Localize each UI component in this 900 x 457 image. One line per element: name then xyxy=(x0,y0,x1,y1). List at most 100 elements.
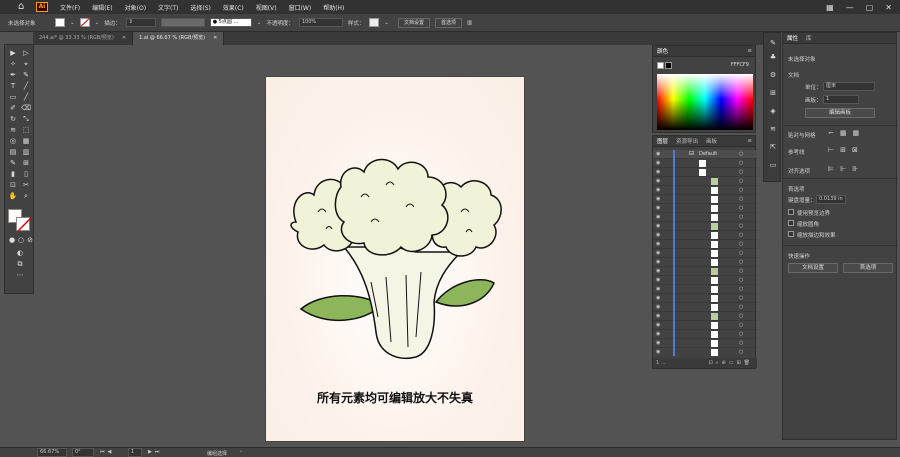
keyboard-inc-input[interactable]: 0.0139 in xyxy=(816,195,846,204)
tab-artboards[interactable]: 画板 xyxy=(706,137,717,145)
quick-prefs-button[interactable]: 首选项 xyxy=(843,263,893,273)
scale-corners-checkbox[interactable] xyxy=(788,220,794,226)
visibility-eye-icon[interactable]: ◉ xyxy=(656,214,660,220)
layer-row[interactable]: ◉ ○ xyxy=(653,231,757,240)
menu-select[interactable]: 选择(S) xyxy=(190,3,211,12)
target-icon[interactable]: ○ xyxy=(739,304,743,310)
none-mode-icon[interactable]: ⊘ xyxy=(25,236,35,245)
paintbrush-tool-icon[interactable]: ╱ xyxy=(21,93,31,102)
type-tool-icon[interactable]: T xyxy=(8,82,18,91)
menu-help[interactable]: 帮助(H) xyxy=(323,3,344,12)
visibility-eye-icon[interactable]: ◉ xyxy=(656,223,660,229)
symbol-sprayer-tool-icon[interactable]: ▮ xyxy=(8,170,18,179)
menu-object[interactable]: 对象(O) xyxy=(125,3,146,12)
rotate-dropdown[interactable]: 0° xyxy=(72,448,94,457)
menu-view[interactable]: 视图(V) xyxy=(256,3,277,12)
line-tool-icon[interactable]: ╱ xyxy=(21,82,31,91)
edit-toolbar-icon[interactable]: ⋯ xyxy=(15,271,25,280)
menu-type[interactable]: 文字(T) xyxy=(158,3,178,12)
visibility-eye-icon[interactable]: ◉ xyxy=(656,304,660,310)
target-icon[interactable]: ○ xyxy=(739,214,743,220)
target-icon[interactable]: ○ xyxy=(739,286,743,292)
layer-row[interactable]: ◉ ○ xyxy=(653,222,757,231)
layer-row[interactable]: ◉ ○ xyxy=(653,312,757,321)
layer-row[interactable]: ◉ ○ xyxy=(653,249,757,258)
target-icon[interactable]: ○ xyxy=(739,196,743,202)
tab-244[interactable]: 244.ai* @ 33.33 % (RGB/预览) ✕ xyxy=(33,32,134,45)
tab-layers[interactable]: 图层 xyxy=(657,137,668,145)
layer-row[interactable]: ◉ ○ xyxy=(653,213,757,222)
gradient-tool-icon[interactable]: ▥ xyxy=(21,148,31,157)
chevron-down-icon[interactable]: ⌄ xyxy=(70,20,75,26)
close-icon[interactable]: ✕ xyxy=(122,35,126,41)
visibility-eye-icon[interactable]: ◉ xyxy=(656,286,660,292)
layer-row[interactable]: ◉ ○ xyxy=(653,267,757,276)
snap-icons[interactable]: ⌐▦▦ xyxy=(828,129,865,137)
artboards-icon[interactable]: ▭ xyxy=(768,161,778,171)
align-icons[interactable]: ⊫⊩⊪ xyxy=(828,165,864,173)
visibility-eye-icon[interactable]: ◉ xyxy=(656,277,660,283)
menu-edit[interactable]: 编辑(E) xyxy=(92,3,112,12)
target-icon[interactable]: ○ xyxy=(739,187,743,193)
target-icon[interactable]: ○ xyxy=(739,277,743,283)
hex-value[interactable]: FFFCF9 xyxy=(731,62,749,68)
rectangle-tool-icon[interactable]: ▭ xyxy=(8,93,18,102)
edit-artboards-button[interactable]: 编辑画板 xyxy=(805,108,875,118)
layers-icon[interactable]: ≋ xyxy=(768,125,778,135)
home-icon[interactable]: ⌂ xyxy=(18,1,30,13)
chevron-right-icon[interactable]: › xyxy=(240,449,242,455)
maximize-icon[interactable]: ▢ xyxy=(866,3,874,12)
zoom-tool-icon[interactable]: ⌕ xyxy=(21,192,31,201)
target-icon[interactable]: ○ xyxy=(739,205,743,211)
graphic-styles-icon[interactable]: ⚙ xyxy=(768,71,778,81)
visibility-eye-icon[interactable]: ◉ xyxy=(656,205,660,211)
layer-row[interactable]: ◉ ○ xyxy=(653,330,757,339)
fill-swatch[interactable] xyxy=(55,18,65,27)
layer-row[interactable]: ◉ ○ xyxy=(653,285,757,294)
layer-row[interactable]: ◉ ○ xyxy=(653,159,757,168)
target-icon[interactable]: ○ xyxy=(739,232,743,238)
curvature-tool-icon[interactable]: ✎ xyxy=(21,71,31,80)
quick-doc-setup-button[interactable]: 文档设置 xyxy=(788,263,838,273)
layer-row[interactable]: ◉ Default ⊟ ○ xyxy=(653,150,757,159)
brushes-icon[interactable]: ✎ xyxy=(768,39,778,49)
panel-menu-icon[interactable]: ≡ xyxy=(747,138,752,144)
lasso-tool-icon[interactable]: ⌖ xyxy=(21,60,31,69)
target-icon[interactable]: ○ xyxy=(739,322,743,328)
close-icon[interactable]: ✕ xyxy=(885,3,892,12)
screen-mode-icon[interactable]: ⧉ xyxy=(15,260,25,269)
direct-selection-tool-icon[interactable]: ▷ xyxy=(21,49,31,58)
target-icon[interactable]: ○ xyxy=(739,151,743,157)
page-input[interactable]: 1 xyxy=(128,448,142,457)
scale-tool-icon[interactable]: ⤡ xyxy=(21,115,31,124)
close-icon[interactable]: ✕ xyxy=(213,35,217,41)
target-icon[interactable]: ○ xyxy=(739,178,743,184)
target-icon[interactable]: ○ xyxy=(739,268,743,274)
visibility-eye-icon[interactable]: ◉ xyxy=(656,250,660,256)
tab-asset-export[interactable]: 资源导出 xyxy=(676,137,698,145)
tab-properties[interactable]: 属性 xyxy=(787,34,798,42)
visibility-eye-icon[interactable]: ◉ xyxy=(656,196,660,202)
brush-dropdown[interactable]: ● 5点圆 ... xyxy=(209,18,252,27)
artboard-dropdown[interactable]: 1 xyxy=(823,95,859,104)
menu-effect[interactable]: 效果(C) xyxy=(223,3,244,12)
eraser-tool-icon[interactable]: ⌫ xyxy=(21,104,31,113)
magic-wand-tool-icon[interactable]: ✧ xyxy=(8,60,18,69)
layer-row[interactable]: ◉ ○ xyxy=(653,240,757,249)
layer-row[interactable]: ◉ ○ xyxy=(653,276,757,285)
hand-tool-icon[interactable]: ✋ xyxy=(8,192,18,201)
stroke-color-swatch[interactable] xyxy=(16,217,32,233)
minimize-icon[interactable]: — xyxy=(846,3,854,12)
panel-menu-icon[interactable]: ≡ xyxy=(747,48,752,54)
transform-icon[interactable]: ⊞ xyxy=(768,89,778,99)
arrange-docs-icon[interactable]: ▥ xyxy=(467,20,472,26)
target-icon[interactable]: ○ xyxy=(739,223,743,229)
layer-row[interactable]: ◉ ○ xyxy=(653,195,757,204)
target-icon[interactable]: ○ xyxy=(739,349,743,355)
arrange-icon[interactable]: ▦ xyxy=(826,3,834,12)
layer-row[interactable]: ◉ ○ xyxy=(653,204,757,213)
target-icon[interactable]: ○ xyxy=(739,295,743,301)
artboard-tool-icon[interactable]: ⊡ xyxy=(8,181,18,190)
menu-window[interactable]: 窗口(W) xyxy=(289,3,312,12)
mesh-tool-icon[interactable]: ▤ xyxy=(8,148,18,157)
